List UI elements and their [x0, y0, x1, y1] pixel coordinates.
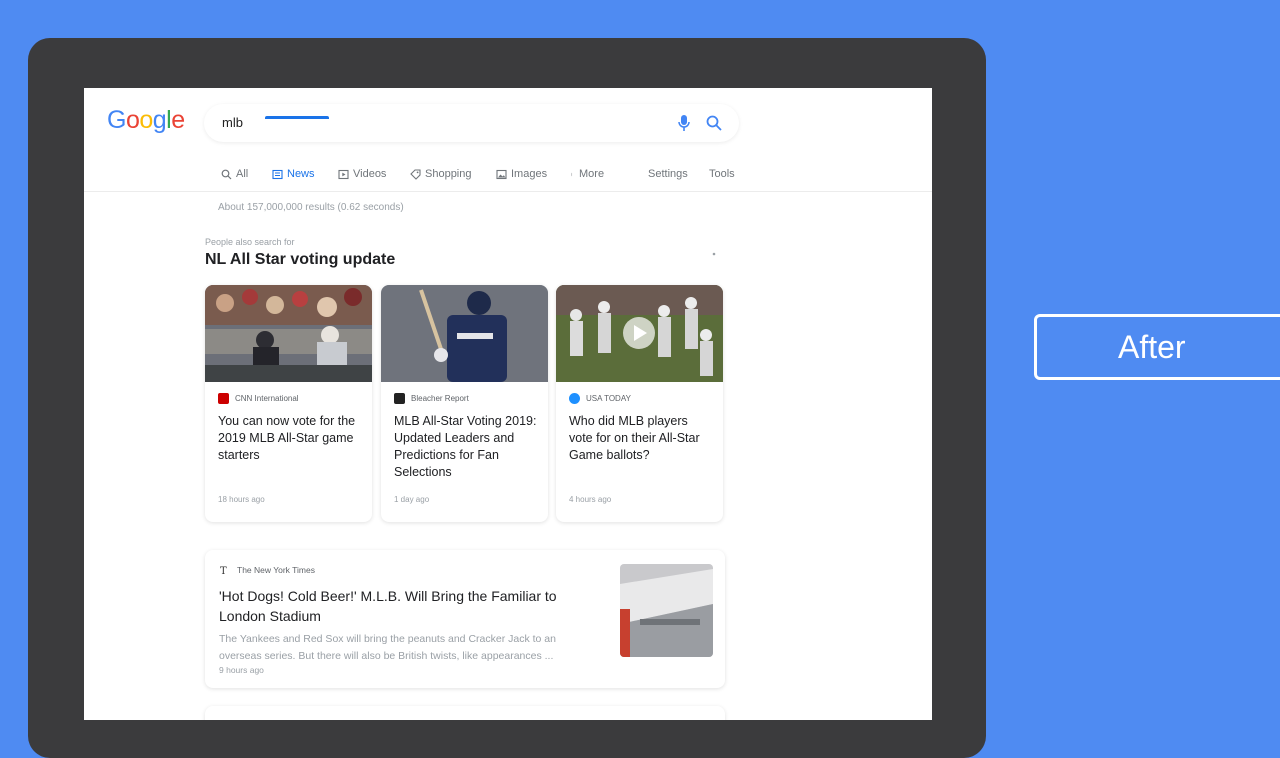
news-card[interactable]: USA TODAY Who did MLB players vote for o… [556, 285, 723, 522]
more-options-icon[interactable] [708, 248, 720, 260]
news-age: 9 hours ago [219, 665, 264, 675]
mic-icon[interactable] [677, 114, 691, 132]
news-thumbnail-image [620, 564, 713, 657]
tag-icon [410, 168, 421, 180]
card-source: CNN International [218, 393, 299, 404]
video-icon [338, 169, 349, 179]
tab-shopping[interactable]: Shopping [410, 164, 472, 184]
card-source: USA TODAY [569, 393, 631, 404]
browser-screen: Google mlb All News Videos Shopping Imag… [84, 88, 932, 720]
logo-letter: G [107, 106, 126, 134]
tab-more[interactable]: More [571, 164, 604, 184]
card-source: Bleacher Report [394, 393, 469, 404]
card-thumbnail-image [381, 285, 548, 382]
logo-letter: e [171, 106, 185, 134]
cnn-logo-icon [218, 393, 229, 404]
search-box[interactable]: mlb [204, 104, 739, 142]
more-vert-icon [571, 172, 573, 176]
people-also-search-title[interactable]: NL All Star voting update [205, 251, 395, 269]
card-title[interactable]: Who did MLB players vote for on their Al… [569, 413, 714, 464]
tab-news[interactable]: News [272, 164, 315, 184]
people-also-search-label: People also search for [205, 237, 295, 247]
search-icon [221, 169, 232, 179]
header-divider [84, 191, 932, 192]
nyt-logo-icon: T [220, 566, 227, 575]
tab-settings[interactable]: Settings [648, 164, 688, 184]
tab-all[interactable]: All [221, 164, 248, 184]
card-age: 4 hours ago [569, 495, 612, 504]
active-tab-indicator [265, 116, 329, 119]
card-thumbnail-image [205, 285, 372, 382]
tab-images[interactable]: Images [496, 164, 547, 184]
search-icon[interactable] [705, 114, 723, 132]
tab-videos[interactable]: Videos [338, 164, 386, 184]
bleacher-report-logo-icon [394, 393, 405, 404]
tab-tools[interactable]: Tools [709, 164, 735, 184]
results-stats: About 157,000,000 results (0.62 seconds) [218, 202, 404, 213]
search-input[interactable]: mlb [222, 115, 243, 130]
usa-today-logo-icon [569, 393, 580, 404]
card-age: 1 day ago [394, 495, 430, 504]
image-icon [496, 169, 507, 179]
svg-text:T: T [220, 566, 227, 575]
after-label-button: After [1034, 314, 1280, 380]
card-title[interactable]: MLB All-Star Voting 2019: Updated Leader… [394, 413, 539, 481]
logo-letter: g [152, 106, 167, 134]
news-result[interactable]: T The New York Times 'Hot Dogs! Cold Bee… [205, 550, 725, 688]
news-title[interactable]: 'Hot Dogs! Cold Beer!' M.L.B. Will Bring… [219, 586, 599, 626]
card-age: 18 hours ago [218, 495, 265, 504]
news-card[interactable]: Bleacher Report MLB All-Star Voting 2019… [381, 285, 548, 522]
news-card[interactable]: CNN International You can now vote for t… [205, 285, 372, 522]
news-snippet: The Yankees and Red Sox will bring the p… [219, 633, 556, 662]
logo-letter: o [139, 106, 153, 134]
logo-letter: o [125, 106, 140, 134]
card-title[interactable]: You can now vote for the 2019 MLB All-St… [218, 413, 363, 464]
search-tabs: All News Videos Shopping Images More Set… [221, 160, 921, 190]
news-source: T The New York Times [220, 565, 315, 575]
google-logo[interactable]: Google [107, 106, 185, 135]
card-thumbnail-image [556, 285, 723, 382]
news-result[interactable] [205, 706, 725, 720]
news-icon [272, 169, 283, 179]
